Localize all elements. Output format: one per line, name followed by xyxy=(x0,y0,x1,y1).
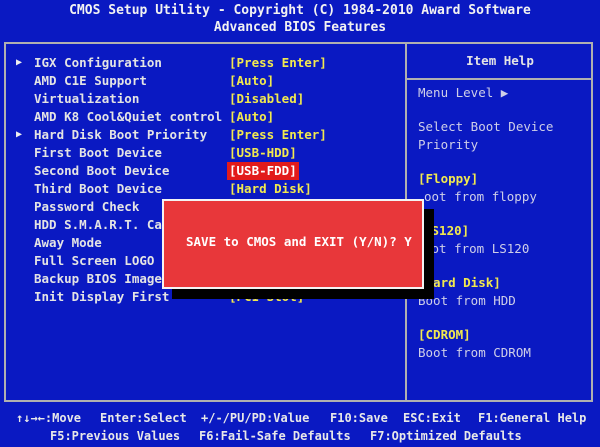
submenu-arrow-icon: ▶ xyxy=(16,129,23,140)
setting-value[interactable]: [Press Enter] xyxy=(229,54,327,72)
setting-label: Init Display First xyxy=(34,289,170,304)
setting-value-selected[interactable]: [USB-FDD] xyxy=(227,162,299,180)
setting-label: IGX Configuration xyxy=(34,55,162,70)
help-hdd-desc: Boot from HDD xyxy=(418,293,516,308)
help-ls120-label: LS120] xyxy=(424,223,470,238)
setting-label: Third Boot Device xyxy=(34,181,162,196)
setting-value[interactable]: [Auto] xyxy=(229,72,274,90)
setting-label: AMD K8 Cool&Quiet control xyxy=(34,109,223,124)
page-title: Advanced BIOS Features xyxy=(213,20,387,35)
title-bar: CMOS Setup Utility - Copyright (C) 1984-… xyxy=(0,0,600,42)
help-hdd-label: [Hard Disk] xyxy=(418,275,501,290)
setting-row[interactable]: ▶ Hard Disk Boot Priority [Press Enter] xyxy=(16,126,401,144)
key-save: F10:Save xyxy=(330,411,388,425)
key-previous-values: F5:Previous Values xyxy=(50,429,181,443)
setting-label: Away Mode xyxy=(34,235,102,250)
setting-label: Full Screen LOGO xyxy=(34,253,155,268)
help-cdrom-label: [CDROM] xyxy=(418,327,471,342)
setting-label: HDD S.M.A.R.T. Ca xyxy=(34,217,162,232)
key-optimized-defaults: F7:Optimized Defaults xyxy=(370,429,522,443)
submenu-arrow-icon: ▶ xyxy=(16,57,23,68)
help-floppy-label: [Floppy] xyxy=(418,171,479,186)
setting-label: First Boot Device xyxy=(34,145,162,160)
help-cdrom-desc: Boot from CDROM xyxy=(418,345,531,360)
setting-value[interactable]: [USB-HDD] xyxy=(229,144,297,162)
setting-label: Password Check xyxy=(34,199,140,214)
help-desc-line2: Priority xyxy=(418,137,479,152)
key-move: ↑↓→←:Move xyxy=(16,411,82,425)
setting-row[interactable]: Third Boot Device [Hard Disk] xyxy=(16,180,401,198)
setting-label: AMD C1E Support xyxy=(34,73,147,88)
setting-row[interactable]: AMD C1E Support [Auto] xyxy=(16,72,401,90)
menu-level-text: Menu Level ▶ xyxy=(418,85,509,100)
help-desc-line1: Select Boot Device xyxy=(418,119,554,134)
setting-row[interactable]: Virtualization [Disabled] xyxy=(16,90,401,108)
setting-value[interactable]: [Hard Disk] xyxy=(229,180,312,198)
setting-label: Hard Disk Boot Priority xyxy=(34,127,208,142)
setting-label: Virtualization xyxy=(34,91,140,106)
key-general-help: F1:General Help xyxy=(478,411,587,425)
setting-label: Second Boot Device xyxy=(34,163,170,178)
save-exit-prompt: SAVE to CMOS and EXIT (Y/N)? Y xyxy=(186,234,412,249)
setting-row[interactable]: ▶ IGX Configuration [Press Enter] xyxy=(16,54,401,72)
key-exit: ESC:Exit xyxy=(403,411,461,425)
key-fail-safe-defaults: F6:Fail-Safe Defaults xyxy=(199,429,351,443)
setting-row[interactable]: Second Boot Device [USB-FDD] xyxy=(16,162,401,180)
item-help-title: Item Help xyxy=(466,53,534,68)
key-legend: ↑↓→←:Move Enter:Select +/-/PU/PD:Value F… xyxy=(0,404,600,447)
key-value: +/-/PU/PD:Value xyxy=(201,411,310,425)
key-select: Enter:Select xyxy=(100,411,187,425)
save-exit-dialog[interactable]: SAVE to CMOS and EXIT (Y/N)? Y xyxy=(162,199,424,289)
help-floppy-desc: oot from floppy xyxy=(424,189,537,204)
setting-value[interactable]: [Press Enter] xyxy=(229,126,327,144)
setting-row[interactable]: First Boot Device [USB-HDD] xyxy=(16,144,401,162)
setting-row[interactable]: AMD K8 Cool&Quiet control [Auto] xyxy=(16,108,401,126)
setting-value[interactable]: [Disabled] xyxy=(229,90,304,108)
setting-label: Backup BIOS Image xyxy=(34,271,162,286)
item-help-panel: Item Help Menu Level ▶ Select Boot Devic… xyxy=(410,50,590,362)
help-ls120-desc: oot from LS120 xyxy=(424,241,530,256)
app-title: CMOS Setup Utility - Copyright (C) 1984-… xyxy=(69,3,531,18)
setting-value[interactable]: [Auto] xyxy=(229,108,274,126)
